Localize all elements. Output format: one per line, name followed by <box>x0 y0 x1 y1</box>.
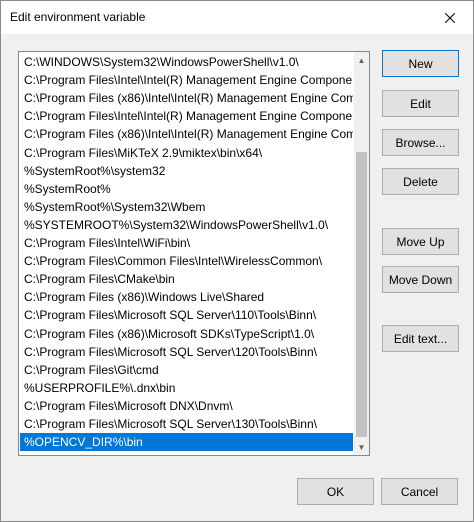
list-item[interactable]: C:\Program Files\Intel\WiFi\bin\ <box>20 234 353 252</box>
list-item[interactable]: C:\Program Files\Microsoft DNX\Dnvm\ <box>20 397 353 415</box>
list-item[interactable]: %SYSTEMROOT%\System32\WindowsPowerShell\… <box>20 216 353 234</box>
move-down-button[interactable]: Move Down <box>382 266 459 293</box>
edit-text-button[interactable]: Edit text... <box>382 325 459 352</box>
scroll-up-button[interactable]: ▲ <box>354 52 369 68</box>
list-item[interactable]: C:\Program Files\Intel\Intel(R) Manageme… <box>20 71 353 89</box>
list-item[interactable]: C:\Program Files (x86)\Intel\Intel(R) Ma… <box>20 89 353 107</box>
list-item[interactable]: C:\Program Files (x86)\Windows Live\Shar… <box>20 288 353 306</box>
list-item[interactable]: C:\Program Files\Intel\Intel(R) Manageme… <box>20 107 353 125</box>
list-item[interactable]: C:\Program Files\Common Files\Intel\Wire… <box>20 252 353 270</box>
edit-button[interactable]: Edit <box>382 90 459 117</box>
scroll-thumb[interactable] <box>356 152 367 437</box>
list-item[interactable]: C:\Program Files (x86)\Microsoft SDKs\Ty… <box>20 325 353 343</box>
list-item[interactable]: %SystemRoot%\System32\Wbem <box>20 198 353 216</box>
list-item[interactable]: C:\Program Files\Microsoft SQL Server\12… <box>20 343 353 361</box>
list-item[interactable]: %SystemRoot%\system32 <box>20 162 353 180</box>
list-item[interactable]: C:\WINDOWS\System32\WindowsPowerShell\v1… <box>20 53 353 71</box>
list-item[interactable]: C:\Program Files\Git\cmd <box>20 361 353 379</box>
list-item[interactable]: %SystemRoot% <box>20 180 353 198</box>
vertical-scrollbar[interactable]: ▲ ▼ <box>354 52 369 455</box>
list-item[interactable]: %OPENCV_DIR%\bin <box>20 433 353 451</box>
chevron-up-icon: ▲ <box>357 55 366 65</box>
scroll-down-button[interactable]: ▼ <box>354 439 369 455</box>
list-item[interactable]: C:\Program Files\Microsoft SQL Server\13… <box>20 415 353 433</box>
browse-button[interactable]: Browse... <box>382 129 459 156</box>
title-bar: Edit environment variable <box>1 1 473 34</box>
delete-button[interactable]: Delete <box>382 168 459 195</box>
new-button[interactable]: New <box>382 50 459 77</box>
close-icon <box>445 12 455 23</box>
list-item[interactable]: %USERPROFILE%\.dnx\bin <box>20 379 353 397</box>
list-item[interactable]: C:\Program Files\Microsoft SQL Server\11… <box>20 306 353 324</box>
cancel-button[interactable]: Cancel <box>381 478 458 505</box>
window-title: Edit environment variable <box>10 10 146 24</box>
chevron-down-icon: ▼ <box>357 442 366 452</box>
close-button[interactable] <box>427 1 473 34</box>
edit-environment-variable-dialog: Edit environment variable ▲ ▼ C:\WINDOWS… <box>0 0 474 522</box>
path-entries-list[interactable]: ▲ ▼ C:\WINDOWS\System32\WindowsPowerShel… <box>18 51 370 456</box>
list-item[interactable]: C:\Program Files (x86)\Intel\Intel(R) Ma… <box>20 125 353 143</box>
ok-button[interactable]: OK <box>297 478 374 505</box>
list-item[interactable]: C:\Program Files\CMake\bin <box>20 270 353 288</box>
move-up-button[interactable]: Move Up <box>382 228 459 255</box>
list-item[interactable]: C:\Program Files\MiKTeX 2.9\miktex\bin\x… <box>20 144 353 162</box>
